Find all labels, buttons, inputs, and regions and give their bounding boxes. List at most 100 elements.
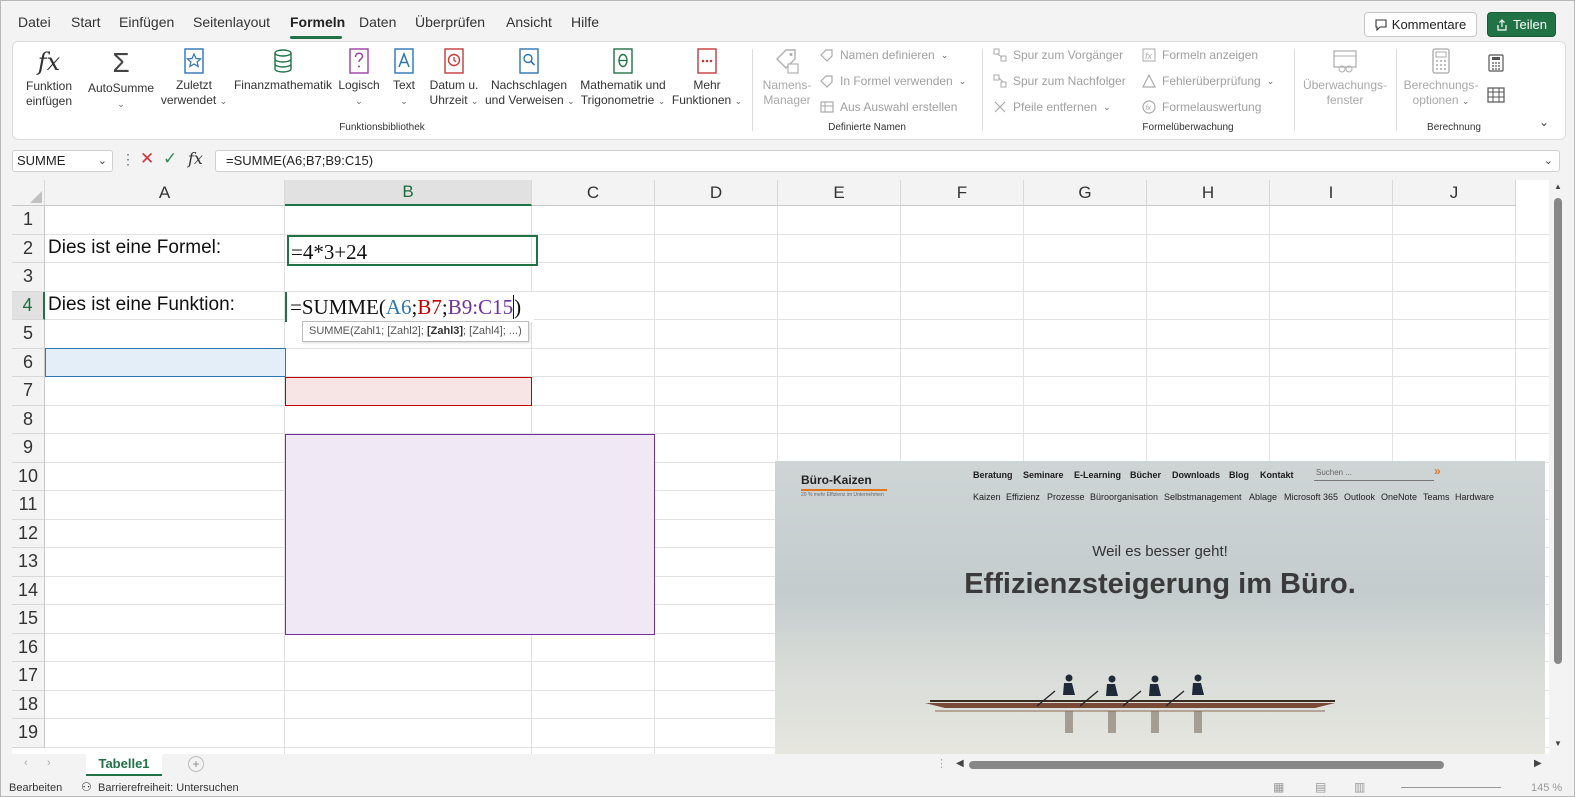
name-manager-button[interactable]: Namens- Manager xyxy=(760,47,814,108)
tab-hilfe[interactable]: Hilfe xyxy=(571,14,599,30)
row-header-14[interactable]: 14 xyxy=(12,576,45,605)
select-all-corner[interactable] xyxy=(12,180,45,206)
next-sheet-icon[interactable]: › xyxy=(47,757,51,769)
cell-a2[interactable]: Dies ist eine Formel: xyxy=(48,237,221,259)
column-header-c[interactable]: C xyxy=(532,180,655,206)
row-header-8[interactable]: 8 xyxy=(12,405,45,434)
datetime-button[interactable]: Datum u. Uhrzeit ⌄ xyxy=(425,47,483,109)
use-in-formula-button[interactable]: In Formel verwenden ⌄ xyxy=(820,74,966,88)
splitter-icon[interactable]: ⋮ xyxy=(936,757,947,770)
more-functions-button[interactable]: Mehr Funktionen ⌄ xyxy=(671,47,743,109)
column-header-a[interactable]: A xyxy=(45,180,285,206)
cancel-icon[interactable]: ✕ xyxy=(140,149,154,169)
sheet-tab-tabelle1[interactable]: Tabelle1 xyxy=(86,754,162,776)
define-name-button[interactable]: Namen definieren ⌄ xyxy=(820,48,948,62)
calc-options-button[interactable]: Berechnungs- optionen ⌄ xyxy=(1403,47,1479,109)
logical-button[interactable]: Logisch ⌄ xyxy=(335,47,383,109)
row-header-2[interactable]: 2 xyxy=(12,234,45,263)
tab-ansicht[interactable]: Ansicht xyxy=(506,14,552,30)
calculate-now-icon[interactable] xyxy=(1488,54,1504,72)
more-options-icon[interactable]: ⋮ xyxy=(121,151,135,168)
column-header-f[interactable]: F xyxy=(901,180,1024,206)
error-checking-button[interactable]: Fehlerüberprüfung ⌄ xyxy=(1142,74,1274,88)
comments-button[interactable]: Kommentare xyxy=(1364,12,1477,37)
scroll-right-icon[interactable]: ▶ xyxy=(1534,758,1542,769)
watch-window-button[interactable]: Überwachungs- fenster xyxy=(1299,47,1391,108)
page-break-view-icon[interactable]: ▥ xyxy=(1354,780,1365,794)
row-header-11[interactable]: 11 xyxy=(12,491,45,520)
column-header-h[interactable]: H xyxy=(1147,180,1270,206)
row-header-16[interactable]: 16 xyxy=(12,633,45,662)
trace-dependents-button[interactable]: Spur zum Nachfolger xyxy=(993,74,1126,88)
row-header-12[interactable]: 12 xyxy=(12,519,45,548)
formula-input[interactable]: =SUMME(A6;B7;B9:C15) ⌄ xyxy=(215,150,1560,172)
scroll-left-icon[interactable]: ◀ xyxy=(956,758,964,769)
create-from-selection-button[interactable]: Aus Auswahl erstellen xyxy=(820,100,957,114)
column-header-g[interactable]: G xyxy=(1024,180,1147,206)
row-header-10[interactable]: 10 xyxy=(12,462,45,491)
row-header-4[interactable]: 4 xyxy=(12,291,45,320)
normal-view-icon[interactable]: ▦ xyxy=(1273,780,1284,794)
tab-daten[interactable]: Daten xyxy=(359,14,396,30)
financial-button[interactable]: Finanzmathematik xyxy=(231,47,335,93)
accessibility-status[interactable]: Barrierefreiheit: Untersuchen xyxy=(98,782,239,794)
tab-ueberpruefen[interactable]: Überprüfen xyxy=(415,14,485,30)
row-header-17[interactable]: 17 xyxy=(12,662,45,691)
scroll-up-icon[interactable]: ▲ xyxy=(1554,182,1562,191)
row-header-15[interactable]: 15 xyxy=(12,605,45,634)
row-header-3[interactable]: 3 xyxy=(12,263,45,292)
add-sheet-icon[interactable]: + xyxy=(188,756,204,772)
row-header-18[interactable]: 18 xyxy=(12,690,45,719)
autosum-button[interactable]: Σ AutoSumme ⌄ xyxy=(85,47,157,112)
row-header-13[interactable]: 13 xyxy=(12,548,45,577)
sheet-tab-bar: ‹ › Tabelle1 + ⋮ ◀ ▶ xyxy=(12,754,1566,776)
chevron-down-icon[interactable]: ⌄ xyxy=(98,151,107,171)
row-header-9[interactable]: 9 xyxy=(12,434,45,463)
cell-b4-editing[interactable]: =SUMME(A6;B7;B9:C15) xyxy=(285,292,534,322)
tab-einfuegen[interactable]: Einfügen xyxy=(119,14,174,30)
row-header-19[interactable]: 19 xyxy=(12,719,45,748)
row-header-1[interactable]: 1 xyxy=(12,206,45,235)
collapse-ribbon-icon[interactable]: ⌄ xyxy=(1539,115,1549,129)
text-functions-button[interactable]: Text ⌄ xyxy=(387,47,421,109)
calculate-sheet-icon[interactable] xyxy=(1487,87,1505,103)
column-header-j[interactable]: J xyxy=(1393,180,1516,206)
column-header-i[interactable]: I xyxy=(1270,180,1393,206)
horizontal-scroll-thumb[interactable] xyxy=(969,761,1444,769)
confirm-icon[interactable]: ✓ xyxy=(163,149,177,169)
share-button[interactable]: Teilen xyxy=(1487,12,1556,37)
zoom-slider[interactable] xyxy=(1401,787,1501,788)
accessibility-icon[interactable]: ⚇ xyxy=(81,780,92,794)
cell-a4[interactable]: Dies ist eine Funktion: xyxy=(48,294,235,316)
column-header-b[interactable]: B xyxy=(285,180,532,206)
vertical-scrollbar[interactable]: ▲ ▼ xyxy=(1550,180,1566,754)
expand-formula-icon[interactable]: ⌄ xyxy=(1544,151,1553,171)
zoom-level[interactable]: 145 % xyxy=(1531,782,1562,794)
trace-precedents-button[interactable]: Spur zum Vorgänger xyxy=(993,48,1123,62)
recently-used-button[interactable]: Zuletzt verwendet ⌄ xyxy=(159,47,229,109)
cell-b2[interactable]: =4*3+24 xyxy=(287,235,538,266)
remove-arrows-button[interactable]: Pfeile entfernen ⌄ xyxy=(993,100,1111,114)
lookup-button[interactable]: Nachschlagen und Verweisen ⌄ xyxy=(485,47,575,109)
row-header-7[interactable]: 7 xyxy=(12,377,45,406)
name-box[interactable]: SUMME ⌄ xyxy=(12,150,113,172)
tab-datei[interactable]: Datei xyxy=(18,14,51,30)
calculator-icon xyxy=(1432,48,1450,74)
row-header-5[interactable]: 5 xyxy=(12,320,45,349)
worksheet-grid[interactable]: ABCDEFGHIJ 1 2 3 4 5 6 7 8 9 10 11 12 13 14 15 16 17 18 19… xyxy=(12,180,1549,754)
insert-function-button[interactable]: fx Funktion einfügen xyxy=(22,47,76,109)
tab-seitenlayout[interactable]: Seitenlayout xyxy=(193,14,270,30)
evaluate-formula-button[interactable]: fx Formelauswertung xyxy=(1142,100,1261,114)
insert-function-fx-icon[interactable]: fx xyxy=(188,149,203,168)
prev-sheet-icon[interactable]: ‹ xyxy=(24,757,28,769)
show-formulas-button[interactable]: fx Formeln anzeigen xyxy=(1142,48,1258,62)
row-header-6[interactable]: 6 xyxy=(12,348,45,377)
column-header-d[interactable]: D xyxy=(655,180,778,206)
tab-start[interactable]: Start xyxy=(71,14,101,30)
vertical-scroll-thumb[interactable] xyxy=(1554,198,1562,664)
tab-formeln[interactable]: Formeln xyxy=(290,14,345,30)
math-trig-button[interactable]: Mathematik und Trigonometrie ⌄ xyxy=(577,47,669,109)
scroll-down-icon[interactable]: ▼ xyxy=(1554,739,1562,748)
column-header-e[interactable]: E xyxy=(778,180,901,206)
page-layout-view-icon[interactable]: ▤ xyxy=(1315,780,1326,794)
